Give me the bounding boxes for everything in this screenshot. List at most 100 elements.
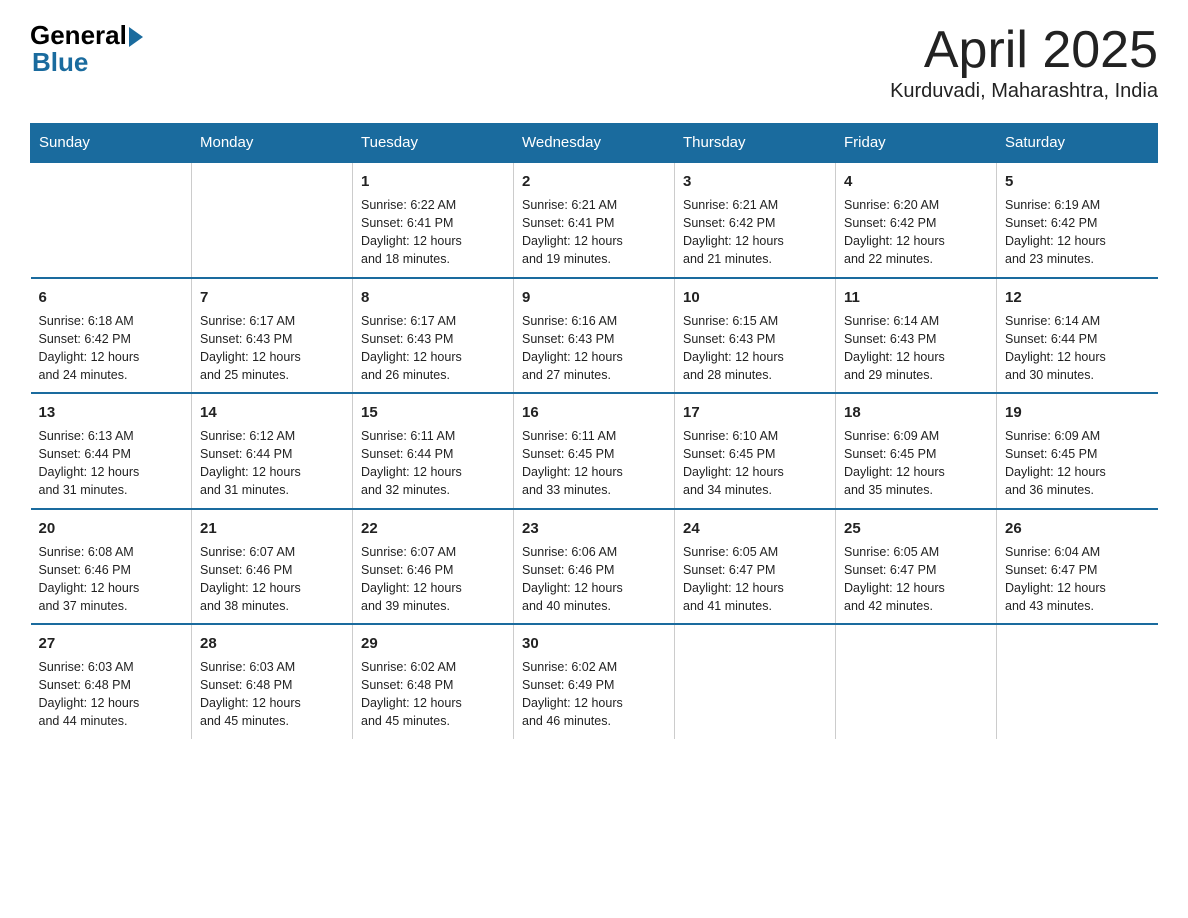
calendar-cell: 22 Sunrise: 6:07 AMSunset: 6:46 PMDayligh…: [353, 509, 514, 625]
calendar-cell: [31, 162, 192, 278]
day-number: 27: [39, 633, 184, 654]
calendar-cell: [836, 624, 997, 739]
calendar-cell: 13Sunrise: 6:13 AMSunset: 6:44 PMDayligh…: [31, 393, 192, 509]
calendar-cell: 16Sunrise: 6:11 AMSunset: 6:45 PMDayligh…: [514, 393, 675, 509]
calendar-cell: 17Sunrise: 6:10 AMSunset: 6:45 PMDayligh…: [675, 393, 836, 509]
calendar-cell: 18 Sunrise: 6:09 AMSunset: 6:45 PMDayligh…: [836, 393, 997, 509]
calendar-cell: 1 Sunrise: 6:22 AMSunset: 6:41 PMDaylight…: [353, 162, 514, 278]
day-info: Sunrise: 6:20 AMSunset: 6:42 PMDaylight:…: [844, 196, 988, 269]
calendar-cell: [997, 624, 1158, 739]
calendar-cell: 15 Sunrise: 6:11 AMSunset: 6:44 PMDayligh…: [353, 393, 514, 509]
calendar-cell: [192, 162, 353, 278]
day-info: Sunrise: 6:11 AMSunset: 6:44 PMDaylight:…: [361, 427, 505, 500]
page-header: General Blue April 2025 Kurduvadi, Mahar…: [30, 20, 1158, 103]
calendar-cell: 8 Sunrise: 6:17 AMSunset: 6:43 PMDaylight…: [353, 278, 514, 394]
calendar-cell: 30 Sunrise: 6:02 AMSunset: 6:49 PMDayligh…: [514, 624, 675, 739]
calendar-location: Kurduvadi, Maharashtra, India: [890, 80, 1158, 103]
day-info: Sunrise: 6:07 AMSunset: 6:46 PMDaylight:…: [361, 543, 505, 616]
day-number: 21: [200, 518, 344, 539]
day-number: 5: [1005, 171, 1150, 192]
title-section: April 2025 Kurduvadi, Maharashtra, India: [890, 20, 1158, 103]
day-number: 11: [844, 287, 988, 308]
day-number: 10: [683, 287, 827, 308]
day-number: 1: [361, 171, 505, 192]
day-info: Sunrise: 6:18 AMSunset: 6:42 PMDaylight:…: [39, 312, 184, 385]
calendar-cell: 7 Sunrise: 6:17 AMSunset: 6:43 PMDaylight…: [192, 278, 353, 394]
day-number: 26: [1005, 518, 1150, 539]
day-info: Sunrise: 6:03 AMSunset: 6:48 PMDaylight:…: [200, 658, 344, 731]
day-number: 23: [522, 518, 666, 539]
day-number: 18: [844, 402, 988, 423]
day-number: 9: [522, 287, 666, 308]
calendar-table: SundayMondayTuesdayWednesdayThursdayFrid…: [30, 123, 1158, 739]
calendar-cell: 20Sunrise: 6:08 AMSunset: 6:46 PMDayligh…: [31, 509, 192, 625]
day-number: 24: [683, 518, 827, 539]
day-info: Sunrise: 6:21 AMSunset: 6:42 PMDaylight:…: [683, 196, 827, 269]
day-info: Sunrise: 6:02 AMSunset: 6:49 PMDaylight:…: [522, 658, 666, 731]
day-number: 8: [361, 287, 505, 308]
calendar-title: April 2025: [890, 20, 1158, 80]
week-row-1: 1 Sunrise: 6:22 AMSunset: 6:41 PMDaylight…: [31, 162, 1158, 278]
day-info: Sunrise: 6:16 AMSunset: 6:43 PMDaylight:…: [522, 312, 666, 385]
day-number: 25: [844, 518, 988, 539]
weekday-header-thursday: Thursday: [675, 124, 836, 163]
day-number: 19: [1005, 402, 1150, 423]
day-number: 29: [361, 633, 505, 654]
day-info: Sunrise: 6:09 AMSunset: 6:45 PMDaylight:…: [844, 427, 988, 500]
day-number: 16: [522, 402, 666, 423]
day-number: 3: [683, 171, 827, 192]
day-info: Sunrise: 6:05 AMSunset: 6:47 PMDaylight:…: [844, 543, 988, 616]
calendar-cell: 26 Sunrise: 6:04 AMSunset: 6:47 PMDayligh…: [997, 509, 1158, 625]
day-info: Sunrise: 6:04 AMSunset: 6:47 PMDaylight:…: [1005, 543, 1150, 616]
day-info: Sunrise: 6:17 AMSunset: 6:43 PMDaylight:…: [361, 312, 505, 385]
day-number: 4: [844, 171, 988, 192]
day-number: 30: [522, 633, 666, 654]
day-info: Sunrise: 6:19 AMSunset: 6:42 PMDaylight:…: [1005, 196, 1150, 269]
day-info: Sunrise: 6:22 AMSunset: 6:41 PMDaylight:…: [361, 196, 505, 269]
weekday-header-saturday: Saturday: [997, 124, 1158, 163]
day-number: 20: [39, 518, 184, 539]
logo-blue-text: Blue: [30, 47, 88, 78]
weekday-header-sunday: Sunday: [31, 124, 192, 163]
day-number: 28: [200, 633, 344, 654]
week-row-5: 27 Sunrise: 6:03 AMSunset: 6:48 PMDayligh…: [31, 624, 1158, 739]
day-info: Sunrise: 6:09 AMSunset: 6:45 PMDaylight:…: [1005, 427, 1150, 500]
calendar-cell: 5 Sunrise: 6:19 AMSunset: 6:42 PMDaylight…: [997, 162, 1158, 278]
day-info: Sunrise: 6:13 AMSunset: 6:44 PMDaylight:…: [39, 427, 184, 500]
calendar-cell: 27 Sunrise: 6:03 AMSunset: 6:48 PMDayligh…: [31, 624, 192, 739]
weekday-header-tuesday: Tuesday: [353, 124, 514, 163]
logo: General Blue: [30, 20, 143, 78]
day-number: 7: [200, 287, 344, 308]
week-row-4: 20Sunrise: 6:08 AMSunset: 6:46 PMDayligh…: [31, 509, 1158, 625]
day-info: Sunrise: 6:02 AMSunset: 6:48 PMDaylight:…: [361, 658, 505, 731]
day-info: Sunrise: 6:21 AMSunset: 6:41 PMDaylight:…: [522, 196, 666, 269]
calendar-cell: 24 Sunrise: 6:05 AMSunset: 6:47 PMDayligh…: [675, 509, 836, 625]
calendar-cell: 25 Sunrise: 6:05 AMSunset: 6:47 PMDayligh…: [836, 509, 997, 625]
day-number: 15: [361, 402, 505, 423]
calendar-cell: [675, 624, 836, 739]
calendar-cell: 11Sunrise: 6:14 AMSunset: 6:43 PMDayligh…: [836, 278, 997, 394]
weekday-header-monday: Monday: [192, 124, 353, 163]
day-info: Sunrise: 6:06 AMSunset: 6:46 PMDaylight:…: [522, 543, 666, 616]
day-info: Sunrise: 6:03 AMSunset: 6:48 PMDaylight:…: [39, 658, 184, 731]
calendar-cell: 23 Sunrise: 6:06 AMSunset: 6:46 PMDayligh…: [514, 509, 675, 625]
day-number: 6: [39, 287, 184, 308]
day-number: 22: [361, 518, 505, 539]
calendar-cell: 9 Sunrise: 6:16 AMSunset: 6:43 PMDaylight…: [514, 278, 675, 394]
day-info: Sunrise: 6:15 AMSunset: 6:43 PMDaylight:…: [683, 312, 827, 385]
calendar-cell: 4 Sunrise: 6:20 AMSunset: 6:42 PMDaylight…: [836, 162, 997, 278]
calendar-cell: 3 Sunrise: 6:21 AMSunset: 6:42 PMDaylight…: [675, 162, 836, 278]
weekday-header-friday: Friday: [836, 124, 997, 163]
day-number: 17: [683, 402, 827, 423]
day-info: Sunrise: 6:07 AMSunset: 6:46 PMDaylight:…: [200, 543, 344, 616]
calendar-cell: 6 Sunrise: 6:18 AMSunset: 6:42 PMDaylight…: [31, 278, 192, 394]
week-row-2: 6 Sunrise: 6:18 AMSunset: 6:42 PMDaylight…: [31, 278, 1158, 394]
day-info: Sunrise: 6:17 AMSunset: 6:43 PMDaylight:…: [200, 312, 344, 385]
day-number: 12: [1005, 287, 1150, 308]
day-number: 2: [522, 171, 666, 192]
day-info: Sunrise: 6:05 AMSunset: 6:47 PMDaylight:…: [683, 543, 827, 616]
logo-arrow-icon: [129, 27, 143, 47]
weekday-header-wednesday: Wednesday: [514, 124, 675, 163]
calendar-cell: 10 Sunrise: 6:15 AMSunset: 6:43 PMDayligh…: [675, 278, 836, 394]
calendar-cell: 12Sunrise: 6:14 AMSunset: 6:44 PMDayligh…: [997, 278, 1158, 394]
